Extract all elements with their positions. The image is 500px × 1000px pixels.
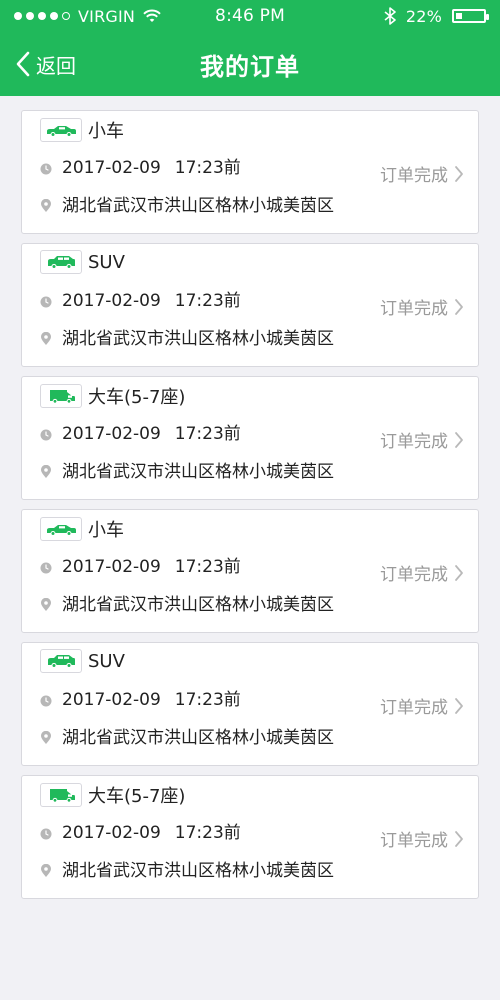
order-card[interactable]: 大车(5-7座) 2017-02-09 17:23前 湖北省武汉市洪山区格林小城美…: [21, 775, 479, 899]
chevron-left-icon: [16, 51, 30, 77]
location-pin-icon: [40, 597, 52, 611]
order-time: 17:23前: [174, 690, 241, 710]
order-date: 2017-02-09: [62, 823, 161, 843]
order-card[interactable]: 大车(5-7座) 2017-02-09 17:23前 湖北省武汉市洪山区格林小城美…: [21, 376, 479, 500]
order-time: 17:23前: [174, 823, 241, 843]
order-status-link[interactable]: 订单完成: [380, 693, 464, 718]
order-status-label: 订单完成: [380, 698, 448, 718]
order-address-row: 湖北省武汉市洪山区格林小城美茵区: [40, 856, 460, 881]
order-list: 小车 2017-02-09 17:23前 湖北省武汉市洪山区格林小城美茵区 订单完…: [0, 96, 500, 899]
order-card[interactable]: 小车 2017-02-09 17:23前 湖北省武汉市洪山区格林小城美茵区 订单完…: [21, 110, 479, 234]
status-bar: VIRGIN 8:46 PM 22%: [0, 0, 500, 32]
location-pin-icon: [40, 863, 52, 877]
order-date: 2017-02-09: [62, 690, 161, 710]
car-type-label: SUV: [88, 650, 125, 672]
order-datetime: 2017-02-09 17:23前: [62, 818, 241, 843]
order-status-link[interactable]: 订单完成: [380, 427, 464, 452]
order-datetime: 2017-02-09 17:23前: [62, 419, 241, 444]
location-pin-icon: [40, 464, 52, 478]
order-status-label: 订单完成: [380, 299, 448, 319]
order-status-link[interactable]: 订单完成: [380, 294, 464, 319]
chevron-right-icon: [454, 697, 464, 715]
order-header-row: 小车: [40, 117, 460, 143]
chevron-right-icon: [454, 830, 464, 848]
order-address: 湖北省武汉市洪山区格林小城美茵区: [62, 728, 334, 748]
chevron-right-icon: [454, 298, 464, 316]
battery-icon: [452, 9, 489, 23]
car-type-label: 小车: [88, 121, 124, 142]
order-header-row: 小车: [40, 516, 460, 542]
order-status-link[interactable]: 订单完成: [380, 161, 464, 186]
order-status-link[interactable]: 订单完成: [380, 826, 464, 851]
back-label: 返回: [36, 53, 76, 78]
order-address-row: 湖北省武汉市洪山区格林小城美茵区: [40, 590, 460, 615]
clock-icon: [40, 825, 52, 839]
order-address-row: 湖北省武汉市洪山区格林小城美茵区: [40, 324, 460, 349]
order-header-row: SUV: [40, 250, 460, 274]
order-datetime: 2017-02-09 17:23前: [62, 552, 241, 577]
nav-bar: 返回 我的订单: [0, 32, 500, 96]
car-icon: [40, 517, 82, 541]
order-time: 17:23前: [174, 291, 241, 311]
location-pin-icon: [40, 198, 52, 212]
van-icon: [40, 384, 82, 408]
order-status-label: 订单完成: [380, 166, 448, 186]
order-address: 湖北省武汉市洪山区格林小城美茵区: [62, 196, 334, 216]
order-status-label: 订单完成: [380, 565, 448, 585]
order-header-row: SUV: [40, 649, 460, 673]
order-date: 2017-02-09: [62, 424, 161, 444]
top-bar: VIRGIN 8:46 PM 22% 返回 我的订单: [0, 0, 500, 96]
order-address: 湖北省武汉市洪山区格林小城美茵区: [62, 861, 334, 881]
order-date: 2017-02-09: [62, 158, 161, 178]
order-time: 17:23前: [174, 158, 241, 178]
back-button[interactable]: 返回: [16, 32, 76, 96]
order-address-row: 湖北省武汉市洪山区格林小城美茵区: [40, 191, 460, 216]
order-status-label: 订单完成: [380, 831, 448, 851]
order-datetime: 2017-02-09 17:23前: [62, 685, 241, 710]
van-icon: [40, 783, 82, 807]
order-date: 2017-02-09: [62, 291, 161, 311]
order-card[interactable]: SUV 2017-02-09 17:23前 湖北省武汉市洪山区格林小城美茵区 订单…: [21, 642, 479, 766]
order-address: 湖北省武汉市洪山区格林小城美茵区: [62, 329, 334, 349]
order-card[interactable]: SUV 2017-02-09 17:23前 湖北省武汉市洪山区格林小城美茵区 订单…: [21, 243, 479, 367]
chevron-right-icon: [454, 564, 464, 582]
location-pin-icon: [40, 730, 52, 744]
order-address: 湖北省武汉市洪山区格林小城美茵区: [62, 595, 334, 615]
car-type-label: 大车(5-7座): [88, 786, 186, 807]
clock-icon: [40, 692, 52, 706]
location-pin-icon: [40, 331, 52, 345]
car-type-label: SUV: [88, 251, 125, 273]
order-address-row: 湖北省武汉市洪山区格林小城美茵区: [40, 457, 460, 482]
chevron-right-icon: [454, 431, 464, 449]
car-type-label: 大车(5-7座): [88, 387, 186, 408]
order-header-row: 大车(5-7座): [40, 383, 460, 409]
order-address-row: 湖北省武汉市洪山区格林小城美茵区: [40, 723, 460, 748]
order-datetime: 2017-02-09 17:23前: [62, 286, 241, 311]
order-status-link[interactable]: 订单完成: [380, 560, 464, 585]
car-type-label: 小车: [88, 520, 124, 541]
clock-icon: [40, 559, 52, 573]
status-time: 8:46 PM: [215, 6, 285, 26]
battery-level-fill: [456, 13, 462, 19]
suv-icon: [40, 250, 82, 274]
order-time: 17:23前: [174, 557, 241, 577]
suv-icon: [40, 649, 82, 673]
order-header-row: 大车(5-7座): [40, 782, 460, 808]
clock-icon: [40, 426, 52, 440]
order-address: 湖北省武汉市洪山区格林小城美茵区: [62, 462, 334, 482]
order-date: 2017-02-09: [62, 557, 161, 577]
clock-icon: [40, 293, 52, 307]
clock-icon: [40, 160, 52, 174]
car-icon: [40, 118, 82, 142]
order-time: 17:23前: [174, 424, 241, 444]
order-card[interactable]: 小车 2017-02-09 17:23前 湖北省武汉市洪山区格林小城美茵区 订单完…: [21, 509, 479, 633]
order-status-label: 订单完成: [380, 432, 448, 452]
order-datetime: 2017-02-09 17:23前: [62, 153, 241, 178]
chevron-right-icon: [454, 165, 464, 183]
